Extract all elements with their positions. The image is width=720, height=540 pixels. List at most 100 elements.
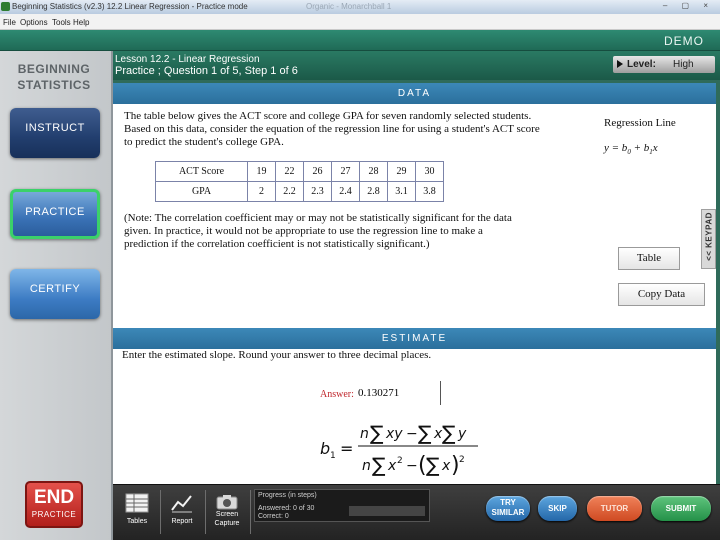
answered-count: Answered: 0 of 30 bbox=[258, 505, 315, 512]
table-cell: 28 bbox=[359, 161, 388, 182]
svg-text:b: b bbox=[320, 439, 330, 458]
svg-text:y: y bbox=[457, 426, 467, 442]
menu-tools[interactable]: Tools bbox=[52, 18, 71, 27]
brand-line-2: STATISTICS bbox=[17, 78, 91, 92]
regression-equation: y = b0 + b1x bbox=[604, 142, 658, 157]
data-table: ACT Score 19 22 26 27 28 29 30 GPA 2 2.2… bbox=[155, 161, 444, 202]
eq-mid-part: + b bbox=[630, 142, 650, 154]
demo-label: DEMO bbox=[664, 34, 704, 48]
table-cell: 27 bbox=[331, 161, 360, 182]
svg-text:∑: ∑ bbox=[418, 421, 432, 445]
table-row: ACT Score 19 22 26 27 28 29 30 bbox=[155, 161, 444, 182]
lesson-header: Lesson 12.2 - Linear Regression Practice… bbox=[113, 51, 720, 80]
slope-formula-icon: b 1 = n ∑ xy − ∑ x ∑ y n ∑ x 2 − ( ∑ x )… bbox=[320, 421, 478, 478]
svg-text:xy: xy bbox=[385, 426, 403, 442]
keypad-tab[interactable]: << KEYPAD bbox=[701, 209, 716, 269]
play-triangle-icon bbox=[617, 60, 623, 68]
menu-options[interactable]: Options bbox=[20, 18, 48, 27]
toolbar-divider bbox=[160, 490, 161, 534]
end-practice-button[interactable]: END PRACTICE bbox=[25, 481, 83, 528]
svg-text:∑: ∑ bbox=[426, 453, 440, 477]
table-cell: 3.1 bbox=[387, 181, 416, 202]
table-row: GPA 2 2.2 2.3 2.4 2.8 3.1 3.8 bbox=[155, 181, 444, 202]
screen-capture-label-2: Capture bbox=[214, 520, 240, 527]
regression-line-label: Regression Line bbox=[604, 117, 676, 129]
data-section-header: DATA bbox=[113, 83, 716, 104]
tutor-button[interactable]: TUTOR bbox=[587, 496, 642, 521]
lesson-progress-text: Practice ; Question 1 of 5, Step 1 of 6 bbox=[115, 65, 298, 77]
copy-data-button[interactable]: Copy Data bbox=[618, 283, 705, 306]
end-label: END bbox=[33, 487, 75, 508]
submit-button[interactable]: SUBMIT bbox=[651, 496, 711, 521]
brand-line-1: BEGINNING bbox=[17, 62, 91, 76]
progress-bar bbox=[349, 506, 425, 516]
table-cell: 2.2 bbox=[275, 181, 304, 202]
practice-button[interactable]: PRACTICE bbox=[10, 189, 100, 239]
window-title-bar: Beginning Statistics (v2.3) 12.2 Linear … bbox=[0, 0, 720, 14]
report-chart-icon bbox=[171, 495, 192, 513]
table-cell: 2.3 bbox=[303, 181, 332, 202]
table-cell: 26 bbox=[303, 161, 332, 182]
app-icon bbox=[1, 2, 10, 11]
problem-intro: The table below gives the ACT score and … bbox=[124, 110, 540, 148]
level-value: High bbox=[673, 59, 694, 70]
sidebar: BEGINNING STATISTICS INSTRUCT PRACTICE C… bbox=[0, 51, 113, 540]
menu-file[interactable]: File bbox=[3, 18, 16, 27]
similar-label: SIMILAR bbox=[491, 508, 525, 517]
table-cell: 2.8 bbox=[359, 181, 388, 202]
table-cell: 30 bbox=[415, 161, 444, 182]
progress-panel: Progress (in steps) Answered: 0 of 30 Co… bbox=[254, 489, 430, 522]
svg-text:−: − bbox=[406, 426, 418, 442]
menu-help[interactable]: Help bbox=[73, 18, 89, 27]
tables-label: Tables bbox=[126, 518, 148, 525]
table-cell: 19 bbox=[247, 161, 276, 182]
answer-label: Answer: bbox=[320, 389, 354, 400]
progress-title: Progress (in steps) bbox=[258, 492, 317, 499]
svg-text:2: 2 bbox=[459, 455, 465, 465]
estimate-section-header: ESTIMATE bbox=[113, 328, 716, 349]
certify-button[interactable]: CERTIFY bbox=[10, 269, 100, 319]
table-cell: 22 bbox=[275, 161, 304, 182]
estimate-prompt: Enter the estimated slope. Round your an… bbox=[122, 349, 432, 361]
tables-icon bbox=[125, 493, 149, 513]
window-title: Beginning Statistics (v2.3) 12.2 Linear … bbox=[12, 2, 248, 11]
screen-capture-button[interactable]: Screen Capture bbox=[208, 490, 246, 536]
data-panel: The table below gives the ACT score and … bbox=[113, 104, 716, 328]
row-header-act: ACT Score bbox=[155, 161, 248, 182]
svg-text:n: n bbox=[362, 458, 371, 474]
keypad-label: << KEYPAD bbox=[704, 212, 714, 261]
svg-text:∑: ∑ bbox=[370, 421, 384, 445]
svg-text:=: = bbox=[340, 439, 353, 458]
correct-count: Correct: 0 bbox=[258, 513, 289, 520]
report-label: Report bbox=[171, 518, 193, 525]
svg-text:∑: ∑ bbox=[442, 421, 456, 445]
skip-button[interactable]: SKIP bbox=[538, 496, 577, 521]
screen-capture-label-1: Screen bbox=[215, 511, 239, 518]
answer-input[interactable] bbox=[356, 381, 441, 405]
table-button[interactable]: Table bbox=[618, 247, 680, 270]
table-cell: 2 bbox=[247, 181, 276, 202]
svg-text:x: x bbox=[441, 458, 451, 474]
report-button[interactable]: Report bbox=[163, 490, 201, 536]
toolbar-divider bbox=[205, 490, 206, 534]
background-window-title: Organic - Monarchball 1 bbox=[306, 2, 392, 11]
lesson-title: Lesson 12.2 - Linear Regression bbox=[115, 54, 260, 65]
brand-logo: BEGINNING STATISTICS bbox=[0, 61, 108, 93]
table-cell: 3.8 bbox=[415, 181, 444, 202]
svg-text:n: n bbox=[360, 426, 369, 442]
try-label: TRY bbox=[500, 498, 516, 507]
table-cell: 29 bbox=[387, 161, 416, 182]
camera-icon bbox=[216, 495, 238, 510]
row-header-gpa: GPA bbox=[155, 181, 248, 202]
svg-text:−: − bbox=[406, 458, 418, 474]
try-similar-button[interactable]: TRY SIMILAR bbox=[486, 496, 530, 521]
estimate-panel: Enter the estimated slope. Round your an… bbox=[113, 349, 716, 484]
menu-bar: File Options Tools Help bbox=[0, 14, 720, 30]
level-selector[interactable]: Level: High bbox=[613, 56, 715, 73]
instruct-button[interactable]: INSTRUCT bbox=[10, 108, 100, 158]
tables-button[interactable]: Tables bbox=[118, 490, 156, 536]
svg-text:1: 1 bbox=[330, 451, 336, 461]
eq-x-part: x bbox=[652, 142, 658, 154]
window-controls[interactable]: – ▢ × bbox=[663, 1, 714, 10]
eq-y-part: y = b bbox=[604, 142, 628, 154]
